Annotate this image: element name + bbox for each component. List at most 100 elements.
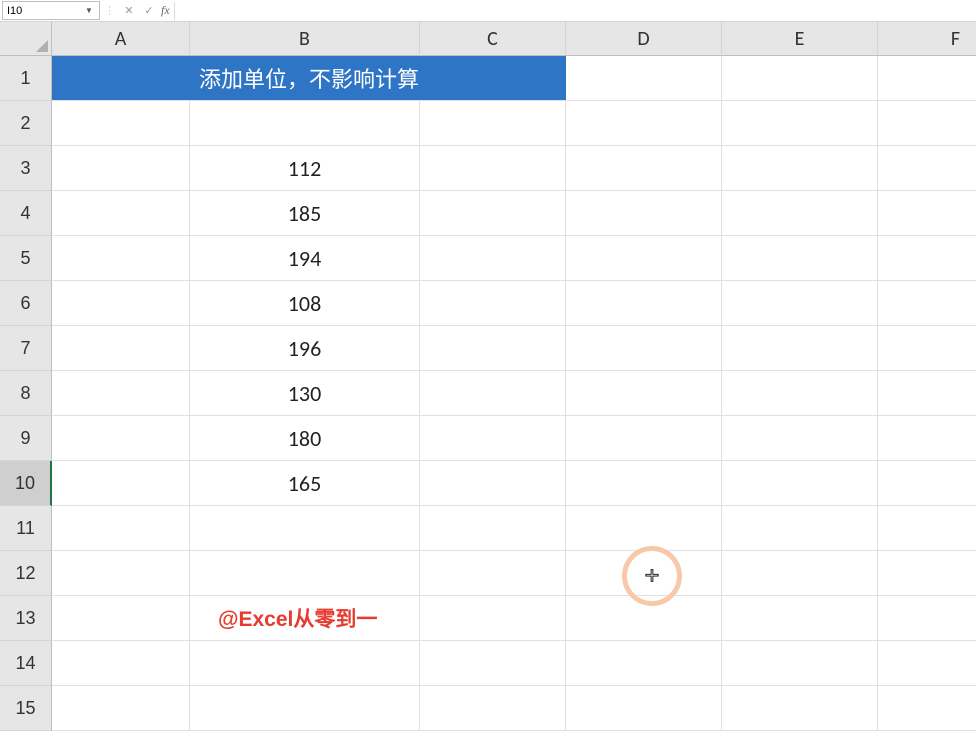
- cell-C10[interactable]: [420, 461, 566, 506]
- row-header-7[interactable]: 7: [0, 326, 52, 371]
- cell-D4[interactable]: [566, 191, 722, 236]
- cell-C11[interactable]: [420, 506, 566, 551]
- cell-E12[interactable]: [722, 551, 878, 596]
- row-header-13[interactable]: 13: [0, 596, 52, 641]
- cell-D9[interactable]: [566, 416, 722, 461]
- col-header-F[interactable]: F: [878, 22, 976, 56]
- cell-F15[interactable]: [878, 686, 976, 731]
- row-header-15[interactable]: 15: [0, 686, 52, 731]
- cell-D5[interactable]: [566, 236, 722, 281]
- name-box[interactable]: I10 ▼: [2, 1, 100, 20]
- cell-E11[interactable]: [722, 506, 878, 551]
- cell-A6[interactable]: [52, 281, 190, 326]
- cell-D7[interactable]: [566, 326, 722, 371]
- cell-C5[interactable]: [420, 236, 566, 281]
- accept-formula-button[interactable]: ✓: [139, 2, 159, 20]
- cell-F13[interactable]: [878, 596, 976, 641]
- cell-B4[interactable]: 185: [190, 191, 420, 236]
- row-header-6[interactable]: 6: [0, 281, 52, 326]
- cell-C3[interactable]: [420, 146, 566, 191]
- cell-F4[interactable]: [878, 191, 976, 236]
- cell-C15[interactable]: [420, 686, 566, 731]
- cell-E10[interactable]: [722, 461, 878, 506]
- cell-A13[interactable]: [52, 596, 190, 641]
- cell-F12[interactable]: [878, 551, 976, 596]
- cell-C8[interactable]: [420, 371, 566, 416]
- cell-B7[interactable]: 196: [190, 326, 420, 371]
- col-header-B[interactable]: B: [190, 22, 420, 56]
- cell-E15[interactable]: [722, 686, 878, 731]
- cell-F5[interactable]: [878, 236, 976, 281]
- cell-B3[interactable]: 112: [190, 146, 420, 191]
- cell-F6[interactable]: [878, 281, 976, 326]
- row-header-3[interactable]: 3: [0, 146, 52, 191]
- name-box-dropdown-icon[interactable]: ▼: [83, 6, 95, 15]
- cell-D10[interactable]: [566, 461, 722, 506]
- col-header-C[interactable]: C: [420, 22, 566, 56]
- cell-E7[interactable]: [722, 326, 878, 371]
- cell-A2[interactable]: [52, 101, 190, 146]
- col-header-D[interactable]: D: [566, 22, 722, 56]
- cell-D8[interactable]: [566, 371, 722, 416]
- cell-E6[interactable]: [722, 281, 878, 326]
- cell-D2[interactable]: [566, 101, 722, 146]
- cell-F3[interactable]: [878, 146, 976, 191]
- cancel-formula-button[interactable]: ✕: [119, 2, 139, 20]
- cell-C14[interactable]: [420, 641, 566, 686]
- cell-D14[interactable]: [566, 641, 722, 686]
- cell-E5[interactable]: [722, 236, 878, 281]
- cell-B14[interactable]: [190, 641, 420, 686]
- cell-A10[interactable]: [52, 461, 190, 506]
- select-all-corner[interactable]: [0, 22, 52, 56]
- cell-A7[interactable]: [52, 326, 190, 371]
- row-header-11[interactable]: 11: [0, 506, 52, 551]
- cell-F14[interactable]: [878, 641, 976, 686]
- cell-A11[interactable]: [52, 506, 190, 551]
- cell-A14[interactable]: [52, 641, 190, 686]
- cell-D11[interactable]: [566, 506, 722, 551]
- cell-E2[interactable]: [722, 101, 878, 146]
- cell-B2[interactable]: [190, 101, 420, 146]
- row-header-1[interactable]: 1: [0, 56, 52, 101]
- cell-E9[interactable]: [722, 416, 878, 461]
- row-header-2[interactable]: 2: [0, 101, 52, 146]
- row-header-12[interactable]: 12: [0, 551, 52, 596]
- cell-C9[interactable]: [420, 416, 566, 461]
- cell-B9[interactable]: 180: [190, 416, 420, 461]
- cell-A8[interactable]: [52, 371, 190, 416]
- cell-D6[interactable]: [566, 281, 722, 326]
- col-header-A[interactable]: A: [52, 22, 190, 56]
- cell-B6[interactable]: 108: [190, 281, 420, 326]
- cell-F7[interactable]: [878, 326, 976, 371]
- cell-A12[interactable]: [52, 551, 190, 596]
- cell-A4[interactable]: [52, 191, 190, 236]
- cell-B8[interactable]: 130: [190, 371, 420, 416]
- row-header-14[interactable]: 14: [0, 641, 52, 686]
- cell-D1[interactable]: [566, 56, 722, 101]
- cell-F2[interactable]: [878, 101, 976, 146]
- cell-E4[interactable]: [722, 191, 878, 236]
- cell-F10[interactable]: [878, 461, 976, 506]
- cell-F1[interactable]: [878, 56, 976, 101]
- cell-C7[interactable]: [420, 326, 566, 371]
- cell-B12[interactable]: [190, 551, 420, 596]
- row-header-5[interactable]: 5: [0, 236, 52, 281]
- row-header-8[interactable]: 8: [0, 371, 52, 416]
- cell-F8[interactable]: [878, 371, 976, 416]
- cell-E14[interactable]: [722, 641, 878, 686]
- row-header-9[interactable]: 9: [0, 416, 52, 461]
- cell-E8[interactable]: [722, 371, 878, 416]
- cell-A15[interactable]: [52, 686, 190, 731]
- cell-C13[interactable]: [420, 596, 566, 641]
- cell-B10[interactable]: 165: [190, 461, 420, 506]
- col-header-E[interactable]: E: [722, 22, 878, 56]
- cell-F11[interactable]: [878, 506, 976, 551]
- cell-B15[interactable]: [190, 686, 420, 731]
- fx-icon[interactable]: fx: [161, 3, 170, 18]
- row-header-4[interactable]: 4: [0, 191, 52, 236]
- cell-C2[interactable]: [420, 101, 566, 146]
- cell-E1[interactable]: [722, 56, 878, 101]
- cell-E3[interactable]: [722, 146, 878, 191]
- cell-B11[interactable]: [190, 506, 420, 551]
- cell-E13[interactable]: [722, 596, 878, 641]
